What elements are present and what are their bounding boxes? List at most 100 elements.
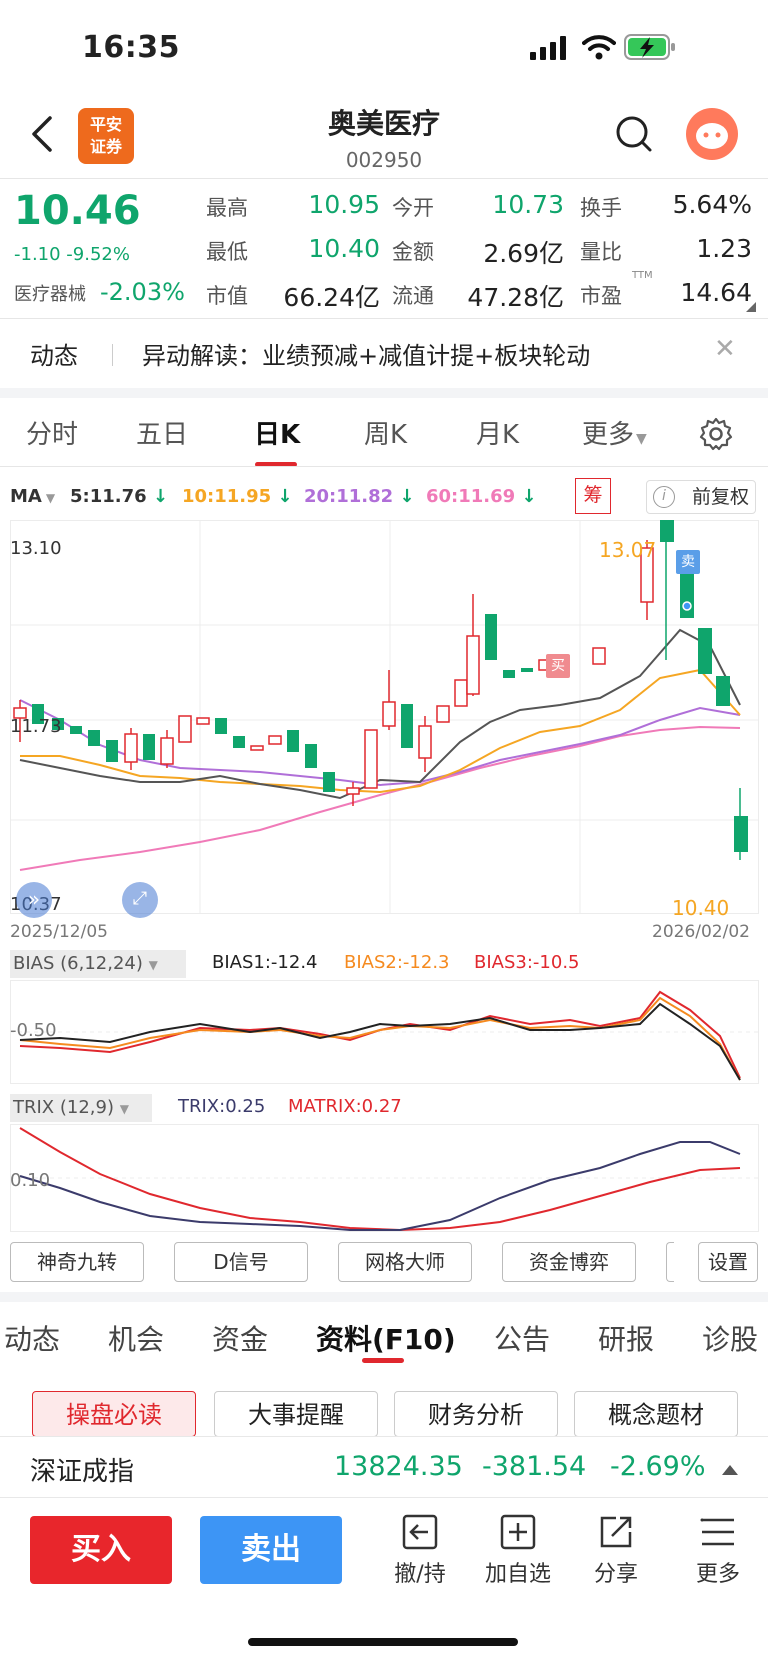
tab-funds[interactable]: 资金	[212, 1318, 268, 1358]
home-indicator[interactable]	[248, 1638, 518, 1646]
bias2-value: BIAS2:-12.3	[344, 952, 450, 973]
chip-distribution-button[interactable]: 筹	[575, 478, 611, 514]
tab-opportunity[interactable]: 机会	[108, 1318, 164, 1358]
trix-chart[interactable]	[0, 1124, 768, 1232]
subtab-trading-must-read[interactable]: 操盘必读	[32, 1391, 196, 1437]
tab-dynamic[interactable]: 动态	[4, 1318, 60, 1358]
tab-weekly-k[interactable]: 周K	[364, 414, 407, 451]
index-change: -381.54	[482, 1451, 587, 1482]
sector-name[interactable]: 医疗器械	[14, 280, 86, 306]
quote-label-turnover: 换手	[580, 196, 622, 220]
tab-monthly-k[interactable]: 月K	[476, 414, 519, 451]
index-value: 13824.35	[334, 1451, 463, 1482]
ma60-text: 60:11.69	[426, 486, 516, 507]
more-label: 更多	[695, 1562, 740, 1587]
search-icon[interactable]	[614, 114, 654, 154]
quote-value-market-cap: 66.24亿	[283, 283, 380, 312]
price-change: -1.10 -9.52%	[14, 244, 130, 265]
news-headline[interactable]: 异动解读：业绩预减+减值计提+板块轮动	[142, 336, 590, 371]
close-icon[interactable]: ✕	[714, 334, 736, 364]
quote-label-amount: 金额	[392, 240, 434, 264]
ma20-text: 20:11.82	[304, 486, 394, 507]
ma60-value: 60:11.69 ↓	[426, 486, 537, 507]
news-separator	[112, 344, 113, 366]
matrix-value: MATRIX:0.27	[288, 1096, 402, 1117]
active-tab-indicator	[362, 1358, 404, 1363]
down-arrow-icon: ↓	[515, 486, 537, 507]
withdraw-icon	[402, 1514, 438, 1550]
tab-daily-k[interactable]: 日K	[254, 414, 300, 451]
tab-more[interactable]: 更多 ▼	[582, 414, 647, 451]
bias-selector[interactable]: BIAS (6,12,24) ▼	[10, 950, 186, 978]
tab-research[interactable]: 研报	[598, 1318, 654, 1358]
bias-chart[interactable]	[0, 980, 768, 1084]
quote-value-low: 10.40	[308, 234, 380, 263]
expand-corner-icon[interactable]	[746, 302, 756, 312]
scroll-to-start-icon[interactable]: »	[16, 882, 52, 918]
ma-label: MA	[10, 486, 42, 507]
tab-diagnosis[interactable]: 诊股	[702, 1318, 758, 1358]
low-price-label: 10.40	[672, 896, 730, 920]
dropdown-triangle-icon: ▼	[148, 958, 158, 972]
date-start: 2025/12/05	[10, 922, 108, 942]
axis-price-top: 13.10	[10, 538, 62, 559]
subtab-concept-themes[interactable]: 概念题材	[574, 1391, 738, 1437]
subtab-event-reminder[interactable]: 大事提醒	[214, 1391, 378, 1437]
subtab-financial-analysis[interactable]: 财务分析	[394, 1391, 558, 1437]
sector-change: -2.03%	[100, 278, 185, 306]
tool-button-d-signal[interactable]: D信号	[174, 1242, 308, 1282]
index-name: 深证成指	[30, 1457, 135, 1487]
buy-button[interactable]: 买入	[30, 1516, 172, 1584]
quote-label-low: 最低	[206, 240, 248, 264]
buy-signal-marker[interactable]: 买	[546, 654, 570, 678]
trix-value: TRIX:0.25	[178, 1096, 266, 1117]
down-arrow-icon: ↓	[271, 486, 293, 507]
tool-button-partial[interactable]	[666, 1242, 674, 1282]
quote-value-amount: 2.69亿	[483, 239, 564, 268]
expand-up-icon[interactable]	[722, 1465, 738, 1475]
pe-ttm-superscript: TTM	[632, 270, 653, 281]
divider	[0, 466, 768, 467]
share-label: 分享	[593, 1562, 638, 1587]
status-time: 16:35	[82, 30, 180, 65]
more-button[interactable]: 更多	[678, 1512, 758, 1588]
assistant-avatar-icon[interactable]	[686, 108, 738, 160]
tab-five-day[interactable]: 五日	[136, 414, 188, 451]
tab-f10[interactable]: 资料(F10)	[316, 1318, 456, 1358]
sell-button[interactable]: 卖出	[200, 1516, 342, 1584]
axis-price-mid: 11.73	[10, 716, 62, 737]
add-watchlist-button[interactable]: 加自选	[478, 1512, 558, 1588]
fullscreen-icon[interactable]: ⤢	[122, 882, 158, 918]
dropdown-triangle-icon: ▼	[636, 431, 647, 447]
withdraw-hold-button[interactable]: 撤/持	[380, 1512, 460, 1588]
wifi-icon	[582, 35, 616, 60]
trix-selector[interactable]: TRIX (12,9) ▼	[10, 1094, 152, 1122]
market-index-bar[interactable]: 深证成指 13824.35 -381.54 -2.69%	[0, 1436, 768, 1498]
tool-button-fund-game[interactable]: 资金博弈	[502, 1242, 636, 1282]
kline-chart[interactable]	[0, 520, 768, 915]
quote-label-volume-ratio: 量比	[580, 240, 622, 264]
share-button[interactable]: 分享	[576, 1512, 656, 1588]
ma5-text: 5:11.76	[70, 486, 147, 507]
settings-gear-icon[interactable]	[698, 416, 734, 452]
index-percent: -2.69%	[610, 1451, 706, 1482]
signal-icon	[530, 36, 566, 60]
ma20-value: 20:11.82 ↓	[304, 486, 415, 507]
divider	[0, 318, 768, 319]
status-bar: 16:35	[0, 0, 768, 100]
bias-axis-label: -0.50	[10, 1020, 57, 1041]
quote-label-float-cap: 流通	[392, 284, 434, 308]
tool-button-nine-turn[interactable]: 神奇九转	[10, 1242, 144, 1282]
battery-charging-icon	[624, 34, 675, 60]
ma-selector[interactable]: MA ▼	[10, 486, 55, 507]
tab-announcements[interactable]: 公告	[494, 1318, 550, 1358]
adjust-price-button[interactable]: i 前复权	[646, 480, 756, 514]
quote-value-open: 10.73	[492, 190, 564, 219]
trix-axis-label: 0.10	[10, 1170, 51, 1191]
news-tag[interactable]: 动态	[30, 336, 78, 371]
tab-intraday[interactable]: 分时	[26, 414, 78, 451]
tool-button-grid-master[interactable]: 网格大师	[338, 1242, 472, 1282]
sell-signal-marker[interactable]: 卖	[676, 550, 700, 574]
tools-settings-button[interactable]: 设置	[698, 1242, 758, 1282]
add-watchlist-icon	[500, 1514, 536, 1550]
